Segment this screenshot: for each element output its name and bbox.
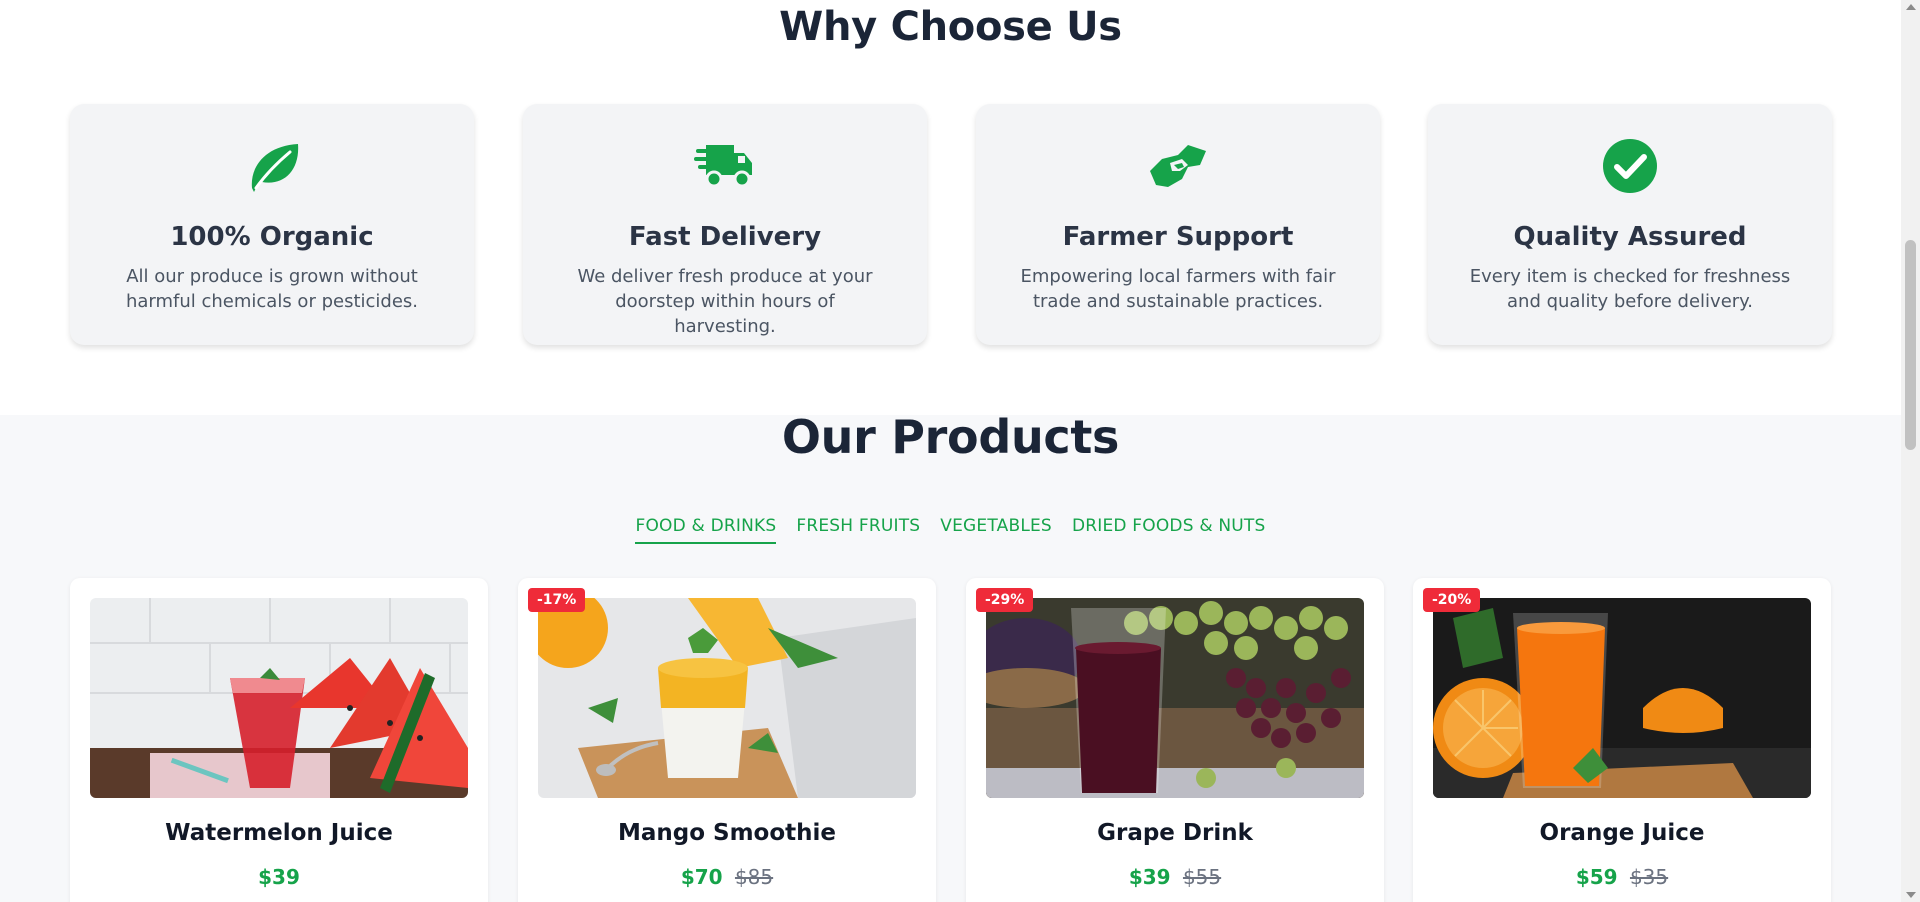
price-row: $70 $85 bbox=[518, 865, 936, 889]
product-price: $59 bbox=[1575, 865, 1618, 889]
page-scrollbar[interactable] bbox=[1901, 0, 1920, 902]
tab-vegetables[interactable]: VEGETABLES bbox=[940, 516, 1052, 544]
feature-card-farmer-support: Farmer Support Empowering local farmers … bbox=[976, 104, 1380, 345]
feature-title: 100% Organic bbox=[170, 222, 374, 252]
price-row: $59 $35 bbox=[1413, 865, 1831, 889]
feature-description: Every item is checked for freshness and … bbox=[1469, 266, 1791, 312]
product-old-price: $85 bbox=[734, 865, 774, 889]
tab-dried-foods-nuts[interactable]: DRIED FOODS & NUTS bbox=[1072, 516, 1266, 544]
product-card-mango-smoothie[interactable]: -17% Mango Smoothie $70 $85 bbox=[518, 578, 936, 902]
feature-card-delivery: Fast Delivery We deliver fresh produce a… bbox=[523, 104, 927, 345]
scroll-up-icon[interactable] bbox=[1906, 4, 1916, 10]
product-old-price: $35 bbox=[1629, 865, 1669, 889]
product-image[interactable] bbox=[986, 598, 1364, 798]
feature-description: All our produce is grown without harmful… bbox=[125, 266, 419, 312]
product-price: $70 bbox=[680, 865, 723, 889]
product-image[interactable] bbox=[90, 598, 468, 798]
discount-badge: -20% bbox=[1423, 588, 1481, 612]
feature-description: Empowering local farmers with fair trade… bbox=[1020, 266, 1336, 312]
product-name[interactable]: Orange Juice bbox=[1413, 820, 1831, 846]
discount-badge: -17% bbox=[528, 588, 586, 612]
product-card-watermelon-juice[interactable]: Watermelon Juice $39 bbox=[70, 578, 488, 902]
product-category-tabs: FOOD & DRINKS FRESH FRUITS VEGETABLES DR… bbox=[0, 516, 1901, 544]
product-price: $39 bbox=[1128, 865, 1171, 889]
truck-fast-icon bbox=[523, 134, 927, 198]
feature-title: Quality Assured bbox=[1513, 222, 1747, 252]
product-card-orange-juice[interactable]: -20% Orange Juice $59 $35 bbox=[1413, 578, 1831, 902]
why-choose-us-section: Why Choose Us 100% Organic All our produ… bbox=[0, 0, 1901, 415]
why-choose-us-title: Why Choose Us bbox=[779, 4, 1122, 50]
products-title: Our Products bbox=[781, 410, 1120, 464]
handshake-icon bbox=[976, 134, 1380, 198]
product-name[interactable]: Grape Drink bbox=[966, 820, 1384, 846]
check-circle-icon bbox=[1428, 134, 1832, 198]
product-image[interactable] bbox=[538, 598, 916, 798]
product-price: $39 bbox=[258, 865, 300, 889]
feature-title: Farmer Support bbox=[1062, 222, 1294, 252]
scroll-down-icon[interactable] bbox=[1906, 892, 1916, 898]
feature-description: We deliver fresh produce at your doorste… bbox=[577, 266, 873, 337]
price-row: $39 $55 bbox=[966, 865, 1384, 889]
product-image[interactable] bbox=[1433, 598, 1811, 798]
product-old-price: $55 bbox=[1182, 865, 1222, 889]
product-name[interactable]: Watermelon Juice bbox=[70, 820, 488, 846]
price-row: $39 bbox=[70, 865, 488, 889]
tab-fresh-fruits[interactable]: FRESH FRUITS bbox=[796, 516, 920, 544]
tab-food-drinks[interactable]: FOOD & DRINKS bbox=[635, 516, 777, 544]
leaf-icon bbox=[70, 134, 474, 198]
feature-title: Fast Delivery bbox=[628, 222, 822, 252]
product-name[interactable]: Mango Smoothie bbox=[518, 820, 936, 846]
feature-card-quality: Quality Assured Every item is checked fo… bbox=[1428, 104, 1832, 345]
product-card-grape-drink[interactable]: -29% Grape Drink $39 $55 bbox=[966, 578, 1384, 902]
discount-badge: -29% bbox=[976, 588, 1034, 612]
feature-card-organic: 100% Organic All our produce is grown wi… bbox=[70, 104, 474, 345]
scroll-thumb[interactable] bbox=[1905, 240, 1916, 450]
